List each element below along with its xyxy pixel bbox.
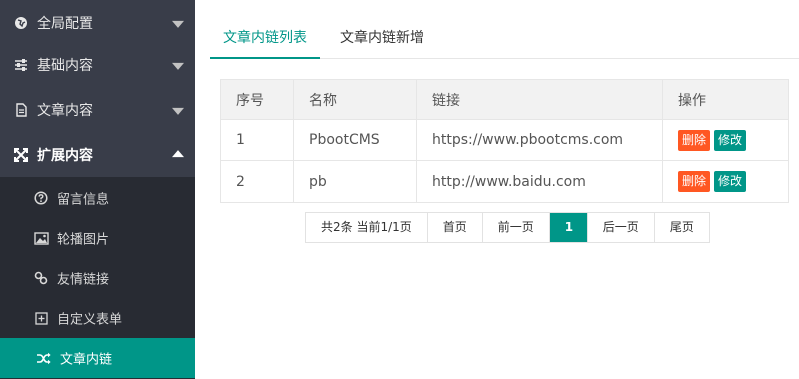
globe-icon bbox=[13, 15, 29, 31]
pagination: 共2条 当前1/1页 首页 前一页 1 后一页 尾页 bbox=[305, 212, 710, 243]
table-header-row: 序号 名称 链接 操作 bbox=[221, 80, 788, 120]
nav-item-label: 基础内容 bbox=[37, 57, 93, 74]
sidebar-item-label: 文章内链 bbox=[60, 352, 113, 368]
column-header-index: 序号 bbox=[221, 80, 294, 119]
plus-square-icon bbox=[33, 310, 49, 326]
edit-button[interactable]: 修改 bbox=[714, 129, 747, 151]
file-text-icon bbox=[13, 102, 29, 118]
row-index: 1 bbox=[221, 120, 294, 160]
tab-article-links-add[interactable]: 文章内链新增 bbox=[326, 18, 438, 59]
row-name: PbootCMS bbox=[294, 120, 417, 160]
delete-button[interactable]: 删除 bbox=[678, 129, 711, 151]
sidebar-item-label: 轮播图片 bbox=[57, 232, 110, 248]
nav-item-label: 文章内容 bbox=[37, 102, 93, 119]
nav-item-article-content[interactable]: 文章内容 bbox=[0, 87, 195, 132]
next-page-button[interactable]: 后一页 bbox=[587, 213, 655, 242]
sidebar-item-article-links[interactable]: 文章内链 bbox=[0, 338, 195, 378]
submenu-extended-content: 留言信息 轮播图片 友情链接 自定义表单 文章内链 bbox=[0, 177, 195, 379]
chevron-down-icon bbox=[172, 107, 184, 115]
nav-item-label: 扩展内容 bbox=[37, 147, 93, 164]
pagination-summary: 共2条 当前1/1页 bbox=[306, 213, 428, 242]
article-links-table: 序号 名称 链接 操作 1 PbootCMS https://www.pboot… bbox=[220, 79, 789, 203]
question-circle-icon bbox=[33, 190, 49, 206]
row-name: pb bbox=[294, 161, 417, 202]
delete-button[interactable]: 删除 bbox=[678, 171, 711, 192]
sidebar-item-label: 自定义表单 bbox=[57, 312, 123, 328]
link-icon bbox=[33, 270, 49, 286]
nav-item-global-config[interactable]: 全局配置 bbox=[0, 0, 195, 45]
row-index: 2 bbox=[221, 161, 294, 202]
last-page-button[interactable]: 尾页 bbox=[654, 213, 709, 242]
chevron-down-icon bbox=[172, 20, 184, 28]
nav-item-extended-content[interactable]: 扩展内容 bbox=[0, 132, 195, 177]
table-row: 1 PbootCMS https://www.pbootcms.com 删除 修改 bbox=[221, 120, 788, 161]
chevron-down-icon bbox=[172, 62, 184, 70]
first-page-button[interactable]: 首页 bbox=[427, 213, 483, 242]
sidebar: 全局配置 基础内容 文章内容 扩展内容 留言信息 轮播图片 友情链接 自定义表单… bbox=[0, 0, 195, 379]
column-header-link: 链接 bbox=[417, 80, 663, 119]
nav-item-basic-content[interactable]: 基础内容 bbox=[0, 42, 195, 87]
current-page-button[interactable]: 1 bbox=[549, 213, 588, 242]
sidebar-item-slides[interactable]: 轮播图片 bbox=[0, 218, 195, 258]
tab-article-links-list[interactable]: 文章内链列表 bbox=[210, 18, 320, 59]
chevron-up-icon bbox=[172, 149, 184, 157]
sidebar-item-guestbook[interactable]: 留言信息 bbox=[0, 178, 195, 218]
edit-button[interactable]: 修改 bbox=[714, 171, 747, 192]
expand-icon bbox=[13, 147, 29, 163]
row-link: https://www.pbootcms.com bbox=[417, 120, 663, 160]
sidebar-item-friend-links[interactable]: 友情链接 bbox=[0, 258, 195, 298]
sidebar-item-custom-form[interactable]: 自定义表单 bbox=[0, 298, 195, 338]
tab-bar: 文章内链列表 文章内链新增 bbox=[210, 18, 799, 59]
prev-page-button[interactable]: 前一页 bbox=[482, 213, 550, 242]
column-header-actions: 操作 bbox=[678, 92, 706, 109]
row-actions: 删除 修改 bbox=[663, 120, 790, 160]
nav-item-label: 全局配置 bbox=[37, 15, 93, 32]
sliders-icon bbox=[13, 57, 29, 73]
shuffle-icon bbox=[35, 350, 51, 366]
row-actions: 删除 修改 bbox=[663, 161, 790, 202]
row-link: http://www.baidu.com bbox=[417, 161, 663, 202]
image-icon bbox=[33, 230, 49, 246]
table-row: 2 pb http://www.baidu.com 删除 修改 bbox=[221, 161, 788, 202]
sidebar-item-label: 友情链接 bbox=[57, 272, 110, 288]
column-header-name: 名称 bbox=[294, 80, 417, 119]
sidebar-item-label: 留言信息 bbox=[57, 192, 110, 208]
